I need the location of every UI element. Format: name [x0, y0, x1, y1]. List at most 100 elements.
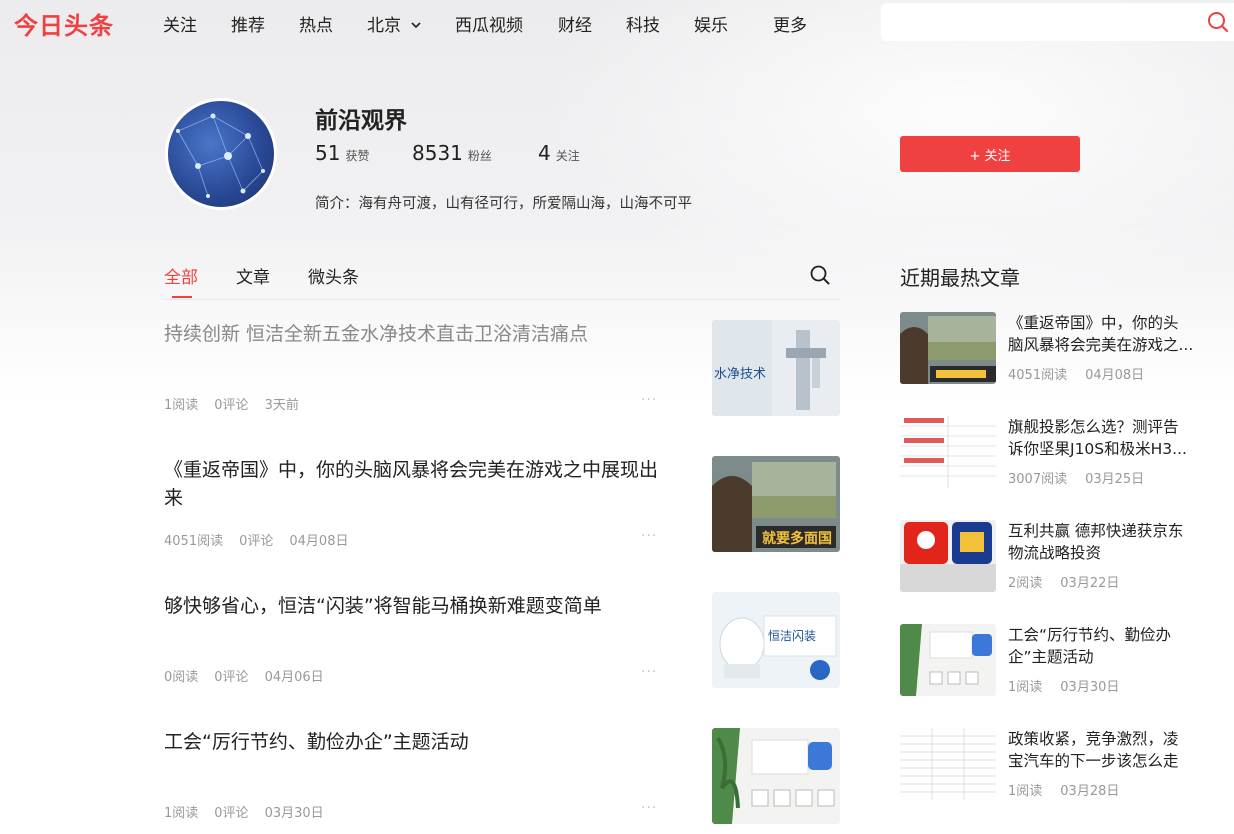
- feed-item-thumbnail[interactable]: [712, 728, 840, 824]
- feed-item[interactable]: 持续创新 恒洁全新五金水净技术直击卫浴清洁痛点 1阅读 0评论 3天前 ··· 水净…: [164, 320, 840, 416]
- tabs-divider: [164, 299, 840, 300]
- hot-article-thumbnail[interactable]: [900, 624, 996, 696]
- hot-article-title[interactable]: 互利共赢 德邦快递获京东 物流战略投资: [1008, 520, 1200, 564]
- hot-article-thumbnail[interactable]: [900, 416, 996, 488]
- hot-article-title-line: 脑风暴将会完美在游戏之...: [1008, 336, 1194, 354]
- hot-article-title-line: 工会“厉行节约、勤俭办: [1008, 626, 1172, 644]
- search-box: [881, 3, 1234, 41]
- feed-item-title[interactable]: 持续创新 恒洁全新五金水净技术直击卫浴清洁痛点: [164, 320, 664, 348]
- more-options-icon[interactable]: ···: [641, 800, 657, 816]
- stat-fans[interactable]: 8531 粉丝: [412, 141, 492, 165]
- hot-article-title[interactable]: 旗舰投影怎么选？测评告 诉你坚果J10S和极米H3...: [1008, 416, 1200, 460]
- bio-text: 海有舟可渡，山有径可行，所爱隔山海，山海不可平: [358, 196, 693, 212]
- feed-item-thumbnail[interactable]: 恒洁闪装: [712, 592, 840, 688]
- hot-article-thumbnail[interactable]: [900, 312, 996, 384]
- hot-article-thumbnail[interactable]: [900, 728, 996, 800]
- hot-article-reads: 3007阅读: [1008, 472, 1068, 487]
- follow-button[interactable]: + 关注: [900, 136, 1080, 172]
- more-options-icon[interactable]: ···: [641, 664, 657, 680]
- stat-fans-count: 8531: [412, 141, 463, 165]
- feed-item-thumbnail[interactable]: 水净技术: [712, 320, 840, 416]
- top-nav: 今日头条 关注 推荐 热点 北京 西瓜视频 财经 科技 娱乐 更多: [0, 0, 1234, 46]
- feed-item-reads: 0阅读: [164, 670, 199, 685]
- stat-fans-label: 粉丝: [467, 149, 492, 163]
- feed-item-time: 04月06日: [264, 670, 324, 685]
- feed-item-thumbnail[interactable]: 就要多面国: [712, 456, 840, 552]
- nav-item-beijing-label: 北京: [367, 16, 401, 36]
- hot-article-title-line: 诉你坚果J10S和极米H3...: [1008, 440, 1187, 458]
- hot-article-item[interactable]: 工会“厉行节约、勤俭办 企”主题活动 1阅读 03月30日: [900, 624, 1234, 696]
- feed-item-meta: 1阅读 0评论 03月30日: [164, 802, 340, 821]
- feed-item-reads: 1阅读: [164, 806, 199, 821]
- hot-article-reads: 2阅读: [1008, 576, 1043, 591]
- hot-article-title[interactable]: 政策收紧，竞争激烈，凌 宝汽车的下一步该怎么走: [1008, 728, 1200, 772]
- tab-micro-posts[interactable]: 微头条: [308, 263, 359, 288]
- stat-following[interactable]: 4 关注: [538, 141, 580, 165]
- hot-article-thumbnail[interactable]: [900, 520, 996, 592]
- hot-article-title-line: 企”主题活动: [1008, 648, 1094, 666]
- stat-likes-count: 51: [315, 141, 341, 165]
- more-options-icon[interactable]: ···: [641, 392, 657, 408]
- feed-item-comments: 0评论: [239, 534, 274, 549]
- feed-item-comments: 0评论: [214, 398, 249, 413]
- hot-article-item[interactable]: 《重返帝国》中，你的头 脑风暴将会完美在游戏之... 4051阅读 04月08日: [900, 312, 1234, 384]
- hot-article-time: 03月30日: [1060, 680, 1120, 695]
- search-icon[interactable]: [809, 264, 831, 286]
- bio-label: 简介：: [315, 196, 359, 212]
- nav-item-tech[interactable]: 科技: [626, 11, 660, 36]
- stat-following-count: 4: [538, 141, 551, 165]
- hot-article-meta: 1阅读 03月30日: [1008, 676, 1137, 695]
- chevron-down-icon: [410, 16, 422, 36]
- nav-item-more[interactable]: 更多: [773, 11, 807, 36]
- nav-item-recommend[interactable]: 推荐: [231, 11, 265, 36]
- feed-item[interactable]: 够快够省心，恒洁“闪装”将智能马桶换新难题变简单 0阅读 0评论 04月06日 ··…: [164, 592, 840, 688]
- hot-article-reads: 1阅读: [1008, 680, 1043, 695]
- feed-item-reads: 4051阅读: [164, 534, 224, 549]
- feed-item-meta: 0阅读 0评论 04月06日: [164, 666, 340, 685]
- feed-item[interactable]: 《重返帝国》中，你的头脑风暴将会完美在游戏之中展现出来 4051阅读 0评论 04月…: [164, 456, 840, 552]
- hot-article-title-line: 旗舰投影怎么选？测评告: [1008, 418, 1179, 436]
- hot-article-meta: 1阅读 03月28日: [1008, 780, 1137, 799]
- nav-item-beijing[interactable]: 北京: [367, 11, 422, 36]
- nav-item-hot[interactable]: 热点: [299, 11, 333, 36]
- feed-item-time: 03月30日: [264, 806, 324, 821]
- stat-following-label: 关注: [555, 149, 580, 163]
- feed-item-time: 04月08日: [289, 534, 349, 549]
- logo[interactable]: 今日头条: [14, 6, 114, 41]
- feed-item-title[interactable]: 《重返帝国》中，你的头脑风暴将会完美在游戏之中展现出来: [164, 456, 664, 512]
- hot-article-title-line: 宝汽车的下一步该怎么走: [1008, 752, 1179, 770]
- feed-item-title[interactable]: 够快够省心，恒洁“闪装”将智能马桶换新难题变简单: [164, 592, 664, 620]
- feed-item-meta: 1阅读 0评论 3天前: [164, 394, 315, 413]
- tab-articles[interactable]: 文章: [236, 263, 270, 288]
- hot-article-title[interactable]: 《重返帝国》中，你的头 脑风暴将会完美在游戏之...: [1008, 312, 1200, 356]
- hot-article-title[interactable]: 工会“厉行节约、勤俭办 企”主题活动: [1008, 624, 1200, 668]
- stat-likes-label: 获赞: [345, 149, 370, 163]
- hot-article-title-line: 《重返帝国》中，你的头: [1008, 314, 1179, 332]
- nav-item-follow[interactable]: 关注: [163, 11, 197, 36]
- hot-article-item[interactable]: 旗舰投影怎么选？测评告 诉你坚果J10S和极米H3... 3007阅读 03月25…: [900, 416, 1234, 488]
- hot-article-title-line: 互利共赢 德邦快递获京东: [1008, 522, 1184, 540]
- hot-article-item[interactable]: 互利共赢 德邦快递获京东 物流战略投资 2阅读 03月22日: [900, 520, 1234, 592]
- thumb-text: 恒洁闪装: [768, 629, 816, 643]
- feed-item-time: 3天前: [264, 398, 299, 413]
- feed-item-title[interactable]: 工会“厉行节约、勤俭办企”主题活动: [164, 728, 664, 756]
- profile-bio: 简介：海有舟可渡，山有径可行，所爱隔山海，山海不可平: [315, 192, 692, 213]
- hot-article-item[interactable]: 政策收紧，竞争激烈，凌 宝汽车的下一步该怎么走 1阅读 03月28日: [900, 728, 1234, 800]
- tab-all[interactable]: 全部: [164, 263, 198, 288]
- hot-article-reads: 4051阅读: [1008, 368, 1068, 383]
- nav-item-xigua-video[interactable]: 西瓜视频: [455, 11, 523, 36]
- feed-item-meta: 4051阅读 0评论 04月08日: [164, 530, 364, 549]
- nav-item-entertainment[interactable]: 娱乐: [694, 11, 728, 36]
- hot-article-meta: 4051阅读 04月08日: [1008, 364, 1162, 383]
- hot-article-title-line: 物流战略投资: [1008, 544, 1102, 562]
- profile-name: 前沿观界: [315, 108, 407, 134]
- feed-item[interactable]: 工会“厉行节约、勤俭办企”主题活动 1阅读 0评论 03月30日 ···: [164, 728, 840, 824]
- hot-article-time: 03月25日: [1085, 472, 1145, 487]
- search-icon[interactable]: [1206, 10, 1230, 34]
- hot-article-time: 04月08日: [1085, 368, 1145, 383]
- search-input[interactable]: [891, 9, 1191, 35]
- more-options-icon[interactable]: ···: [641, 528, 657, 544]
- nav-item-finance[interactable]: 财经: [558, 11, 592, 36]
- active-tab-indicator: [172, 296, 192, 298]
- sidebar-title: 近期最热文章: [900, 266, 1020, 290]
